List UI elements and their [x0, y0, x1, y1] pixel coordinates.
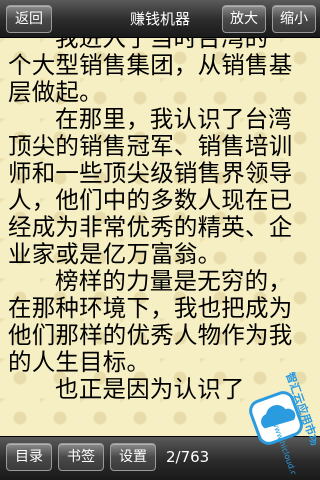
text-paragraph: 榜样的力量是无穷的，在那种环境下，我也把成为他们那样的优秀人物作为我的人生目标。: [8, 267, 293, 376]
hicloud-watermark: 智汇云应用市场 www.hicloud.com: [240, 370, 320, 480]
book-text: 我进入了当时台湾的一个大型销售集团，从销售基层做起。 在那里，我认识了台湾顶尖的…: [8, 38, 312, 403]
text-paragraph: 我进入了当时台湾的一个大型销售集团，从销售基层做起。: [8, 38, 293, 106]
top-toolbar: 返回 赚钱机器 放大 缩小: [0, 0, 320, 38]
text-paragraph: 在那里，我认识了台湾顶尖的销售冠军、销售培训师和一些顶尖级销售界领导人，他们中的…: [8, 105, 293, 268]
zoom-out-button[interactable]: 缩小: [272, 5, 316, 33]
zoom-in-button[interactable]: 放大: [222, 5, 266, 33]
book-title: 赚钱机器: [129, 10, 190, 28]
back-button[interactable]: 返回: [6, 5, 52, 33]
toc-button[interactable]: 目录: [6, 443, 52, 471]
settings-button[interactable]: 设置: [110, 443, 156, 471]
page-indicator: 2/763: [166, 448, 210, 466]
bookmark-button[interactable]: 书签: [58, 443, 104, 471]
